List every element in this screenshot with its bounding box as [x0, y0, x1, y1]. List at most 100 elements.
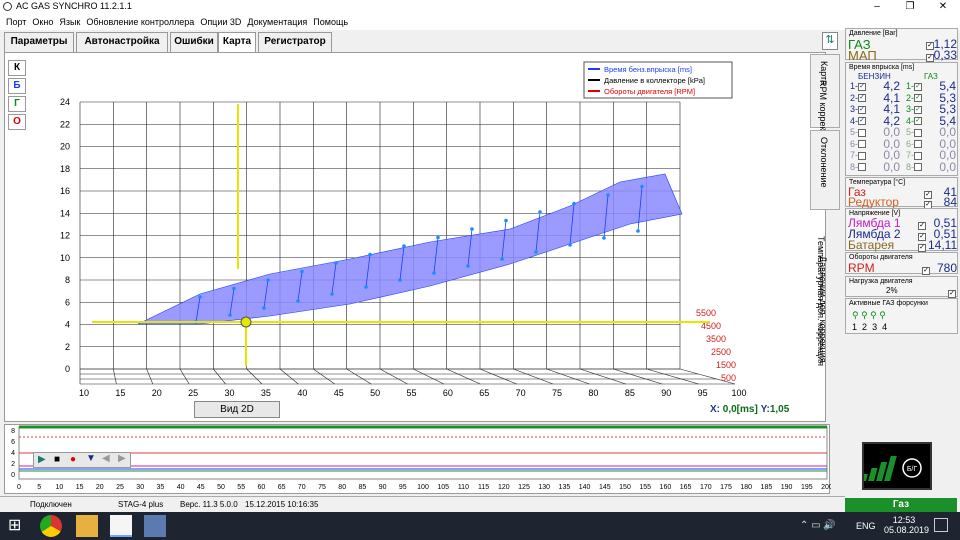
record-icon[interactable]: ● [70, 454, 76, 465]
svg-text:140: 140 [579, 484, 591, 491]
x-tick-label: 70 [516, 388, 526, 398]
language-indicator[interactable]: ENG [856, 521, 876, 531]
svg-text:110: 110 [458, 484, 469, 491]
play-icon[interactable]: ▶ [38, 454, 46, 465]
svg-text:55: 55 [237, 484, 245, 491]
chrome-icon[interactable] [40, 515, 62, 537]
app-taskbar-icon[interactable] [144, 515, 166, 537]
menu-3d-options[interactable]: Опции 3D [200, 14, 241, 30]
3d-map-chart: 024681012141618202224 10 15 20 25 30 35 40 45 50… [10, 54, 810, 399]
svg-text:180: 180 [740, 484, 752, 491]
view-petrol-button[interactable]: Б [8, 78, 26, 94]
menu-update[interactable]: Обновление контроллера [86, 14, 194, 30]
x-tick-label: 80 [588, 388, 598, 398]
notification-icon[interactable] [934, 518, 948, 532]
svg-text:15: 15 [76, 484, 84, 491]
window-title: AC GAS SYNCHRO 11.2.1.1 [16, 1, 132, 11]
svg-text:145: 145 [599, 484, 611, 491]
vtab-temperature-correction[interactable]: Температурная доп. коррекция [808, 230, 838, 420]
svg-text:115: 115 [478, 484, 489, 491]
tab-parameters[interactable]: Параметры [4, 32, 74, 52]
menu-language[interactable]: Язык [59, 14, 80, 30]
svg-text:40: 40 [177, 484, 185, 491]
svg-text:200: 200 [821, 484, 831, 491]
status-bar: Подключен STAG-4 plus Верс. 11.3 5.0.0 1… [0, 496, 845, 512]
rpm-tick-label: 500 [721, 373, 736, 383]
ac-gas-taskbar-icon[interactable] [110, 515, 132, 537]
rpm-tick-label: 1500 [716, 360, 736, 370]
x-tick-label: 40 [297, 388, 307, 398]
svg-text:75: 75 [318, 484, 326, 491]
view-2d-button[interactable]: Вид 2D [194, 401, 280, 418]
y-tick-label: 2 [65, 342, 70, 352]
x-tick-label: 10 [79, 388, 89, 398]
injector-row: 4-✓ [850, 115, 867, 126]
tray-icons[interactable]: ⌃ ▭ 🔊 [800, 520, 836, 531]
menu-port[interactable]: Порт [6, 14, 26, 30]
gauge-switch-icon: Б/Г [907, 466, 918, 473]
firmware-date: 15.12.2015 10:16:35 [245, 500, 319, 509]
y-tick-label: 12 [60, 231, 70, 241]
injector-row: 8- [850, 162, 867, 172]
svg-text:35: 35 [157, 484, 165, 491]
menu-window[interactable]: Окно [32, 14, 53, 30]
cursor-readout: X: 0,0[ms] Y:1,05 [710, 404, 790, 415]
rpm-tick-label: 2500 [711, 347, 731, 357]
svg-text:50: 50 [217, 484, 225, 491]
y-tick-label: 0 [65, 364, 70, 374]
svg-text:45: 45 [197, 484, 205, 491]
y-tick-label: 6 [65, 297, 70, 307]
svg-text:8: 8 [11, 428, 15, 435]
vtab-rpm-correction[interactable]: RPM коррекция [810, 74, 840, 146]
svg-text:90: 90 [379, 484, 387, 491]
view-k-button[interactable]: К [8, 60, 26, 76]
menu-help[interactable]: Помощь [313, 14, 348, 30]
vtab-deviation[interactable]: Отклонение [810, 130, 840, 210]
y-tick-label: 20 [60, 142, 70, 152]
svg-text:25: 25 [116, 484, 124, 491]
view-gas-button[interactable]: Г [8, 96, 26, 112]
svg-text:195: 195 [801, 484, 813, 491]
start-icon[interactable]: ⊞ [8, 515, 30, 537]
x-tick-label: 100 [731, 388, 746, 398]
oscilloscope-strip: 8 6 4 2 0 0 5 10 15 20 25 30 35 40 45 50 55 60 65 70 75 80 85 9… [4, 424, 833, 494]
legend-pressure: Давление в коллекторе [kPa] [604, 76, 705, 85]
x-tick-label: 90 [661, 388, 671, 398]
controller-name: STAG-4 plus [118, 500, 164, 509]
tab-errors[interactable]: Ошибки [170, 32, 218, 52]
pressure-group: Давление [Bar] ГАЗ ✓ 1,12 МАП ✓ 0,33 [845, 28, 958, 63]
help-icon[interactable]: ⇅ [822, 32, 838, 50]
x-tick-label: 20 [152, 388, 162, 398]
minimize-button[interactable]: – [862, 0, 892, 14]
x-tick-label: 95 [698, 388, 708, 398]
injector-row: 5- [850, 127, 867, 137]
close-button[interactable]: ✕ [928, 0, 958, 14]
maximize-button[interactable]: ❐ [895, 0, 925, 14]
svg-text:0: 0 [11, 472, 15, 479]
stop-icon[interactable]: ■ [54, 454, 60, 465]
x-tick-label: 30 [225, 388, 235, 398]
y-tick-label: 4 [65, 320, 70, 330]
app-icon [3, 2, 12, 11]
tab-map[interactable]: Карта [218, 32, 256, 53]
svg-text:130: 130 [538, 484, 550, 491]
svg-text:120: 120 [498, 484, 510, 491]
svg-text:65: 65 [278, 484, 286, 491]
readings-panel: Давление [Bar] ГАЗ ✓ 1,12 МАП ✓ 0,33 Вре… [845, 28, 958, 338]
clock[interactable]: 12:53 05.08.2019 [884, 515, 929, 535]
tab-autotune[interactable]: Автонастройка [76, 32, 168, 52]
prev-icon[interactable]: ◀ [102, 453, 110, 464]
x-tick-label: 35 [261, 388, 271, 398]
svg-text:155: 155 [639, 484, 651, 491]
save-icon[interactable]: ▼ [86, 453, 96, 464]
x-tick-label: 85 [625, 388, 635, 398]
folder-icon[interactable] [76, 515, 98, 537]
next-icon[interactable]: ▶ [118, 453, 126, 464]
svg-text:10: 10 [56, 484, 64, 491]
version-info: Верс. 11.3 5.0.0 [180, 500, 238, 509]
injectors-group: Активные ГАЗ форсунки ⚲ ⚲ ⚲ ⚲ 1 2 3 4 [845, 298, 958, 334]
menu-docs[interactable]: Документация [247, 14, 307, 30]
gas-switch-gauge[interactable]: Б/Г [860, 442, 932, 490]
view-o-button[interactable]: О [8, 114, 26, 130]
tab-recorder[interactable]: Регистратор [258, 32, 332, 52]
